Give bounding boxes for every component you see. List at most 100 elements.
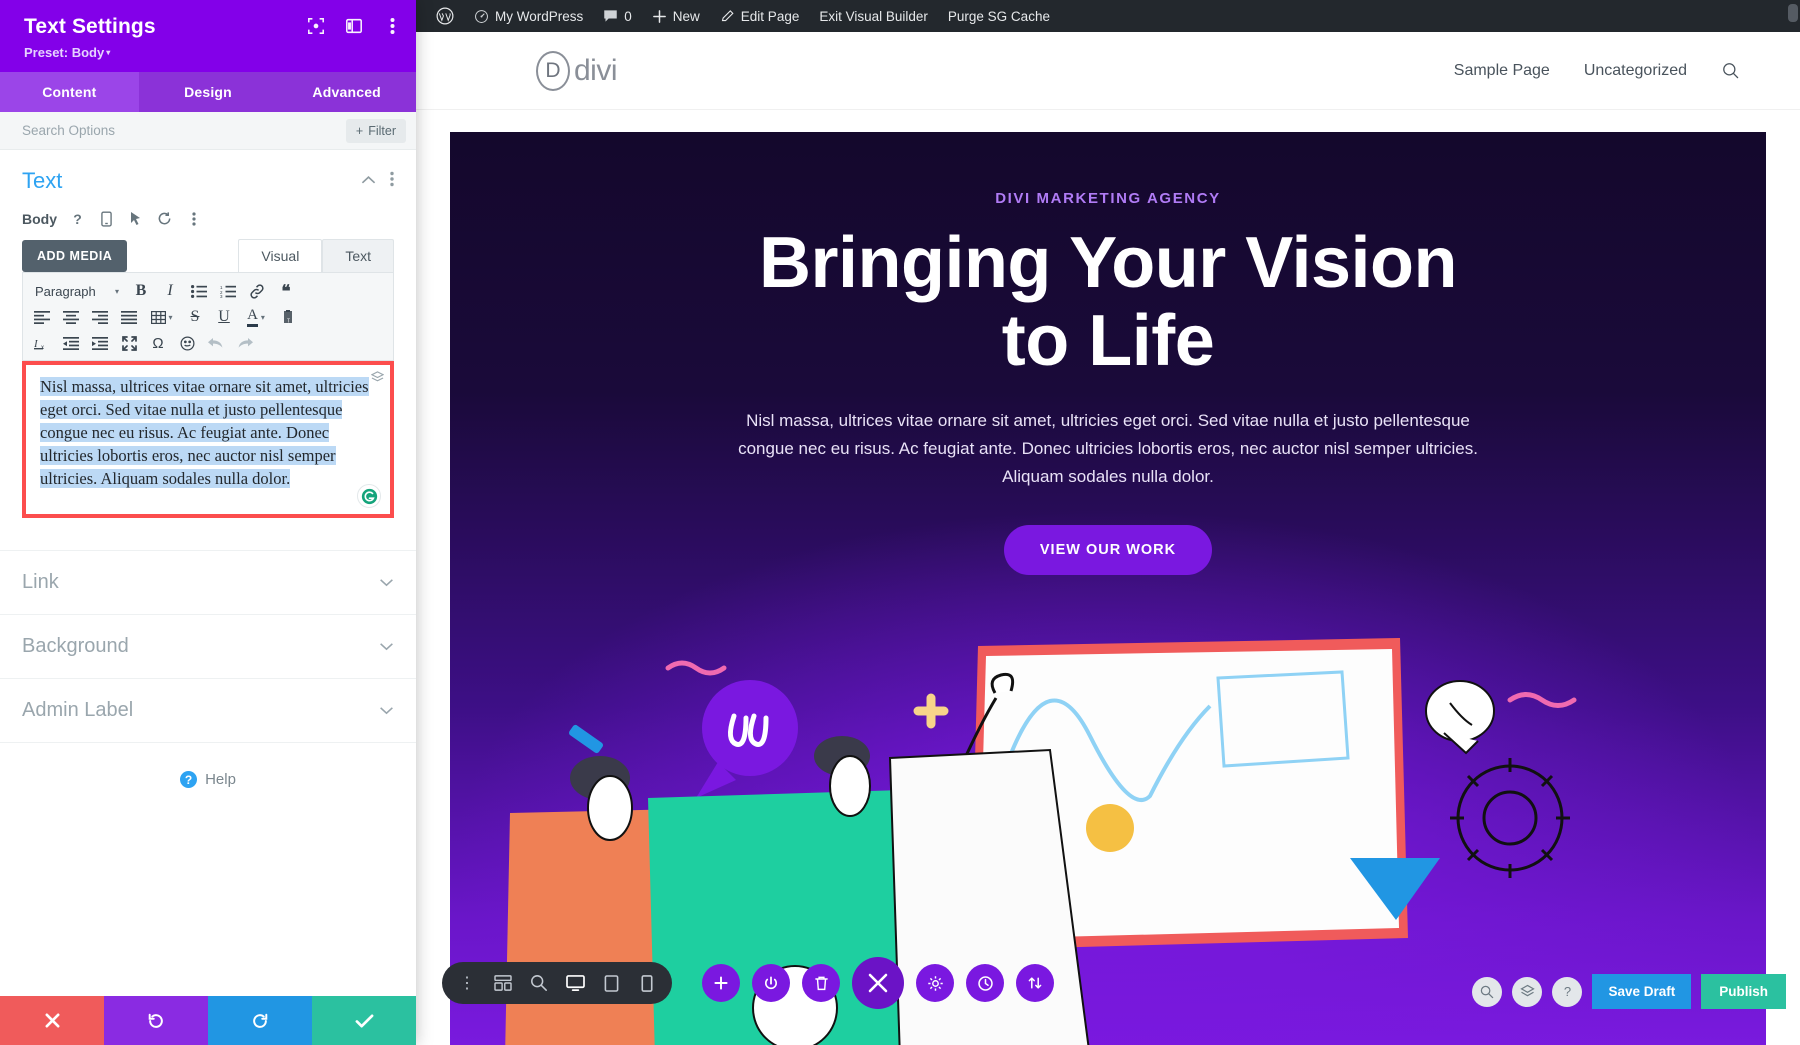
- tablet-view-icon[interactable]: [594, 966, 628, 1000]
- blockquote-icon[interactable]: ❝: [273, 279, 299, 303]
- indent-icon[interactable]: [87, 331, 113, 355]
- save-draft-button[interactable]: Save Draft: [1592, 974, 1692, 1009]
- grammarly-icon[interactable]: [357, 484, 381, 509]
- emoji-icon[interactable]: [174, 331, 200, 355]
- undo-icon[interactable]: [203, 331, 229, 355]
- cancel-button[interactable]: [0, 996, 104, 1045]
- nav-link-uncategorized[interactable]: Uncategorized: [1584, 62, 1687, 80]
- accordion-admin-label[interactable]: Admin Label: [0, 678, 416, 744]
- wordpress-logo-icon[interactable]: [426, 0, 464, 32]
- tab-visual[interactable]: Visual: [238, 239, 323, 273]
- outdent-icon[interactable]: [58, 331, 84, 355]
- hero-cta-button[interactable]: VIEW OUR WORK: [1003, 524, 1213, 575]
- hero-section: DIVI MARKETING AGENCY Bringing Your Visi…: [450, 132, 1766, 1045]
- wpbar-purge-sg-cache[interactable]: Purge SG Cache: [938, 0, 1060, 32]
- search-icon[interactable]: [1472, 976, 1503, 1007]
- kebab-menu-icon[interactable]: [390, 171, 394, 192]
- wpbar-exit-visual-builder[interactable]: Exit Visual Builder: [809, 0, 938, 32]
- clear-formatting-icon[interactable]: Ix: [29, 331, 55, 355]
- divi-logo[interactable]: D divi: [536, 50, 618, 91]
- align-justify-icon[interactable]: [116, 305, 142, 329]
- scrollbar-thumb[interactable]: [1788, 4, 1798, 22]
- hover-cursor-icon[interactable]: [127, 210, 144, 227]
- editor-content-box[interactable]: Nisl massa, ultrices vitae ornare sit am…: [22, 361, 394, 519]
- wpbar-new[interactable]: New: [642, 0, 710, 32]
- numbered-list-icon[interactable]: 123: [215, 279, 241, 303]
- hero-title-line2: to Life: [1001, 300, 1215, 381]
- help-icon[interactable]: ?: [1552, 976, 1583, 1007]
- bold-icon[interactable]: B: [128, 279, 154, 303]
- fullscreen-icon[interactable]: [116, 331, 142, 355]
- search-row: + Filter: [0, 112, 416, 151]
- kebab-menu-icon[interactable]: ⋮: [450, 966, 484, 1000]
- filter-button[interactable]: + Filter: [345, 118, 406, 143]
- desktop-view-icon[interactable]: [558, 966, 592, 1000]
- phone-view-icon[interactable]: [630, 966, 664, 1000]
- panel-preset[interactable]: Preset: Body ▾: [24, 45, 398, 60]
- editor-toolbar-row-3: Ix Ω: [29, 330, 387, 356]
- search-input[interactable]: [22, 123, 346, 139]
- close-builder-button[interactable]: [852, 957, 904, 1009]
- add-media-button[interactable]: ADD MEDIA: [22, 240, 128, 273]
- accordion-background[interactable]: Background: [0, 614, 416, 678]
- responsive-phone-icon[interactable]: [98, 210, 115, 227]
- add-module-button[interactable]: [702, 964, 740, 1002]
- align-left-icon[interactable]: [29, 305, 55, 329]
- redo-icon[interactable]: [232, 331, 258, 355]
- sort-icon[interactable]: [1016, 964, 1054, 1002]
- link-icon[interactable]: [244, 279, 270, 303]
- help-link[interactable]: ? Help: [0, 743, 416, 816]
- layout-columns-icon[interactable]: [344, 16, 364, 36]
- kebab-menu-icon[interactable]: [185, 210, 202, 227]
- reset-icon[interactable]: [156, 210, 173, 227]
- tab-design[interactable]: Design: [139, 72, 278, 112]
- align-center-icon[interactable]: [58, 305, 84, 329]
- save-button[interactable]: [312, 996, 416, 1045]
- accordion-link[interactable]: Link: [0, 550, 416, 614]
- italic-icon[interactable]: I: [157, 279, 183, 303]
- wireframe-view-icon[interactable]: [486, 966, 520, 1000]
- underline-icon[interactable]: U: [211, 305, 237, 329]
- accordion-admin-label-label: Admin Label: [22, 699, 134, 722]
- fullscreen-target-icon[interactable]: [306, 16, 326, 36]
- align-right-icon[interactable]: [87, 305, 113, 329]
- plus-icon: [652, 9, 666, 23]
- publish-button[interactable]: Publish: [1701, 974, 1786, 1009]
- divi-action-cluster: [696, 957, 1060, 1009]
- history-clock-icon[interactable]: [966, 964, 1004, 1002]
- layers-icon[interactable]: [1512, 976, 1543, 1007]
- format-select[interactable]: Paragraph ▾: [29, 279, 125, 303]
- kebab-menu-icon[interactable]: [382, 16, 402, 36]
- settings-gear-icon[interactable]: [916, 964, 954, 1002]
- chevron-down-icon: [379, 575, 394, 590]
- editor-area[interactable]: Nisl massa, ultrices vitae ornare sit am…: [26, 365, 390, 514]
- editor-mode-tabs: Visual Text: [238, 239, 394, 273]
- trash-button[interactable]: [802, 964, 840, 1002]
- tab-advanced[interactable]: Advanced: [277, 72, 416, 112]
- tab-content[interactable]: Content: [0, 72, 139, 113]
- undo-button[interactable]: [104, 996, 208, 1045]
- wpbar-comments[interactable]: 0: [593, 0, 642, 32]
- special-character-icon[interactable]: Ω: [145, 331, 171, 355]
- wpbar-new-label: New: [672, 8, 700, 24]
- table-icon[interactable]: ▾: [145, 305, 179, 329]
- search-icon[interactable]: [1721, 61, 1740, 80]
- strikethrough-icon[interactable]: S: [182, 305, 208, 329]
- editor-paragraph[interactable]: Nisl massa, ultrices vitae ornare sit am…: [40, 375, 376, 490]
- paste-as-text-icon[interactable]: T: [275, 305, 301, 329]
- chevron-up-icon[interactable]: [361, 172, 376, 190]
- tab-text[interactable]: Text: [322, 239, 394, 273]
- format-select-value: Paragraph: [35, 283, 96, 299]
- help-icon[interactable]: ?: [69, 210, 86, 227]
- redo-button[interactable]: [208, 996, 312, 1045]
- nav-link-sample-page[interactable]: Sample Page: [1454, 62, 1550, 80]
- wpbar-edit-page[interactable]: Edit Page: [710, 0, 810, 32]
- chevron-down-icon: ▾: [114, 286, 119, 296]
- portability-button[interactable]: [752, 964, 790, 1002]
- panel-tabs: Content Design Advanced: [0, 72, 416, 113]
- wpbar-site-name[interactable]: My WordPress: [464, 0, 593, 32]
- hero-title: Bringing Your Vision to Life: [450, 224, 1766, 381]
- bulleted-list-icon[interactable]: [186, 279, 212, 303]
- text-color-icon[interactable]: A ▾: [240, 305, 272, 329]
- zoom-out-view-icon[interactable]: [522, 966, 556, 1000]
